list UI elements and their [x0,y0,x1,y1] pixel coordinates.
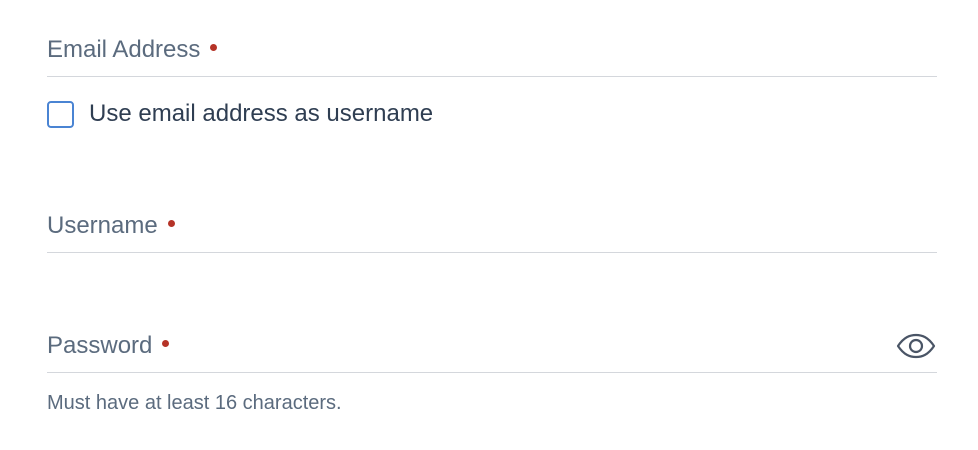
use-email-as-username-checkbox[interactable]: Use email address as username [47,98,433,130]
checkbox-box[interactable] [47,100,74,128]
password-hint: Must have at least 16 characters. [47,392,342,414]
email-input[interactable] [47,28,937,76]
show-password-button[interactable] [895,332,937,360]
password-input[interactable] [47,324,887,372]
email-field[interactable]: Email Address [47,28,937,77]
password-field[interactable]: Password [47,324,937,373]
username-field[interactable]: Username [47,204,937,253]
checkbox-label: Use email address as username [89,100,434,127]
eye-icon [896,333,936,359]
username-input[interactable] [47,204,937,252]
